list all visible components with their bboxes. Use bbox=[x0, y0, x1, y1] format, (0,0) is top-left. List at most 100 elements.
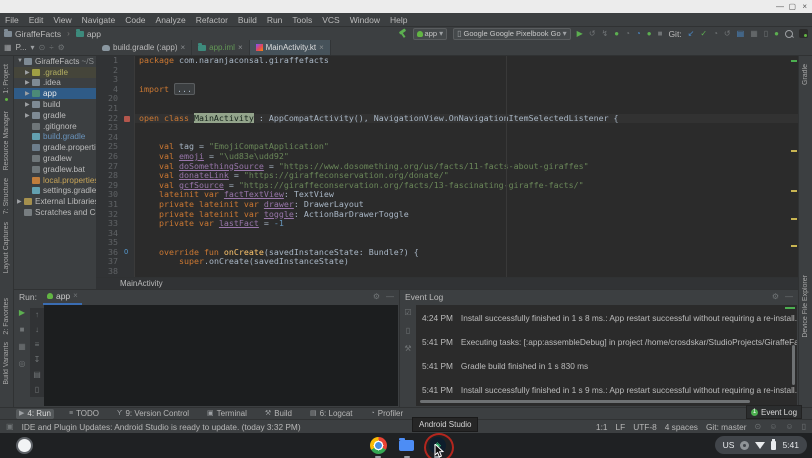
expand-arrow-icon[interactable]: ▶ bbox=[17, 198, 24, 205]
close-icon[interactable]: × bbox=[180, 43, 185, 52]
breadcrumb-class[interactable]: MainActivity bbox=[120, 279, 163, 288]
window-close-button[interactable]: × bbox=[802, 1, 807, 12]
event-log-entry[interactable]: 5:41 PM Install successfully finished in… bbox=[422, 385, 797, 395]
up-stack-trace-icon[interactable]: ↑ bbox=[35, 310, 39, 320]
tab-app-iml[interactable]: app.iml × bbox=[192, 40, 249, 55]
stripe-mark-warning[interactable] bbox=[791, 190, 797, 192]
project-view-dropdown[interactable]: P... bbox=[16, 43, 27, 52]
run-button[interactable]: ▶ bbox=[577, 29, 583, 39]
tree-row[interactable]: ▶ build bbox=[14, 99, 96, 110]
tab-build-gradle[interactable]: build.gradle (:app) × bbox=[96, 40, 192, 55]
event-log-entry[interactable]: 5:41 PM Executing tasks: [:app:assembleD… bbox=[422, 337, 797, 347]
toolwindow-profiler[interactable]: ◔ Profiler bbox=[368, 409, 407, 419]
caret-position[interactable]: 1:1 bbox=[596, 422, 608, 432]
files-app-icon[interactable] bbox=[399, 440, 414, 451]
menu-item[interactable]: VCS bbox=[322, 15, 339, 25]
tree-row[interactable]: gradlew.bat bbox=[14, 164, 96, 175]
stop-button[interactable]: ■ bbox=[658, 29, 663, 39]
apply-code-changes-icon[interactable]: ↯ bbox=[602, 29, 609, 39]
expand-arrow-icon[interactable]: ▶ bbox=[25, 69, 32, 76]
tree-row[interactable]: local.properties bbox=[14, 175, 96, 186]
clear-console-icon[interactable]: ▯ bbox=[35, 385, 39, 395]
system-tray[interactable]: US 5:41 bbox=[715, 436, 807, 454]
tree-row[interactable]: ▶ External Libraries bbox=[14, 196, 96, 207]
toolstrip-device-file-explorer[interactable]: Device File Explorer bbox=[802, 275, 809, 338]
toolstrip-project[interactable]: ● 1: Project bbox=[3, 64, 10, 103]
stripe-mark-warning[interactable] bbox=[791, 245, 797, 247]
code-line[interactable]: 2 bbox=[96, 66, 798, 76]
log-settings-icon[interactable]: ⚒ bbox=[404, 344, 411, 354]
event-log-entry[interactable]: 4:24 PM Install successfully finished in… bbox=[422, 313, 797, 323]
mark-all-read-icon[interactable]: ☑ bbox=[404, 308, 411, 318]
horizontal-scrollbar[interactable] bbox=[420, 400, 750, 403]
tree-row[interactable]: ▼ GiraffeFacts ~/S bbox=[14, 56, 96, 67]
toolstrip-favorites[interactable]: 2: Favorites bbox=[3, 298, 10, 335]
code-line[interactable]: 1package com.naranjaconsal.giraffefacts bbox=[96, 56, 798, 66]
tree-row[interactable]: ▶ app bbox=[14, 88, 96, 99]
soft-wrap-icon[interactable]: ≡ bbox=[35, 340, 40, 350]
expand-arrow-icon[interactable]: ▶ bbox=[25, 101, 32, 108]
apply-changes-icon[interactable]: ↺ bbox=[589, 29, 596, 39]
tree-row[interactable]: .gitignore bbox=[14, 121, 96, 132]
hector-icon[interactable]: ☺ bbox=[769, 422, 777, 432]
run-tab-app[interactable]: app × bbox=[43, 290, 82, 305]
down-stack-trace-icon[interactable]: ↓ bbox=[35, 325, 39, 335]
menu-item[interactable]: Window bbox=[350, 15, 380, 25]
breadcrumb-module[interactable]: app bbox=[87, 29, 101, 39]
toolwindow-logcat[interactable]: ▤ 6: Logcat bbox=[307, 409, 356, 419]
event-log-badge[interactable]: 1 Event Log bbox=[746, 405, 802, 419]
tree-row[interactable]: gradlew bbox=[14, 153, 96, 164]
stop-button[interactable]: ■ bbox=[20, 325, 25, 335]
hide-panel-icon[interactable]: — bbox=[785, 292, 793, 302]
layout-inspector-icon[interactable]: ▦ bbox=[750, 29, 758, 39]
notifications-icon[interactable]: ▯ bbox=[802, 422, 806, 432]
restore-layout-icon[interactable]: ▦ bbox=[18, 342, 26, 352]
close-icon[interactable]: × bbox=[73, 291, 78, 301]
tree-row[interactable]: ▶ gradle bbox=[14, 110, 96, 121]
project-settings-icon[interactable]: ⚙ bbox=[58, 43, 65, 53]
menu-item[interactable]: Refactor bbox=[196, 15, 228, 25]
code-line[interactable]: 38 bbox=[96, 267, 798, 277]
run-console[interactable] bbox=[44, 305, 398, 406]
menu-item[interactable]: Build bbox=[238, 15, 257, 25]
override-gutter-icon[interactable] bbox=[122, 248, 135, 258]
git-history-icon[interactable]: ◔ bbox=[713, 29, 718, 39]
expand-arrow-icon[interactable]: ▶ bbox=[25, 90, 32, 97]
menu-item[interactable]: Run bbox=[267, 15, 283, 25]
code-line[interactable]: 20 bbox=[96, 94, 798, 104]
collapse-all-icon[interactable]: ÷ bbox=[49, 43, 53, 53]
expand-arrow-icon[interactable]: ▼ bbox=[17, 58, 24, 64]
menu-item[interactable]: Code bbox=[125, 15, 145, 25]
avd-manager-icon[interactable]: ▯ bbox=[764, 29, 768, 39]
scroll-to-end-icon[interactable]: ↧ bbox=[34, 355, 41, 365]
file-encoding[interactable]: UTF-8 bbox=[633, 422, 657, 432]
menu-item[interactable]: Navigate bbox=[82, 15, 116, 25]
code-line[interactable]: 4import ... bbox=[96, 85, 798, 95]
window-minimize-button[interactable]: — bbox=[776, 1, 784, 12]
lock-icon[interactable]: ⊙ bbox=[755, 422, 762, 432]
expand-arrow-icon[interactable]: ▶ bbox=[25, 79, 32, 86]
profile-app-icon[interactable]: ● bbox=[647, 29, 652, 39]
event-log-body[interactable]: 4:24 PM Install successfully finished in… bbox=[416, 305, 797, 406]
run-configuration-select[interactable]: app ▾ bbox=[413, 28, 448, 40]
vertical-scrollbar[interactable] bbox=[792, 345, 795, 385]
pin-tab-icon[interactable]: ◎ bbox=[19, 359, 26, 369]
stripe-mark-warning[interactable] bbox=[791, 218, 797, 220]
locate-file-icon[interactable]: ⊙ bbox=[39, 43, 46, 53]
rerun-button[interactable]: ▶ bbox=[19, 308, 25, 318]
profile-icon[interactable]: ◔ bbox=[625, 29, 630, 39]
stripe-mark-warning[interactable] bbox=[791, 150, 797, 152]
toolwindow-build[interactable]: ⚒ Build bbox=[262, 409, 295, 419]
code-editor[interactable]: 1package com.naranjaconsal.giraffefacts2… bbox=[96, 56, 798, 277]
sdk-manager-icon[interactable]: ● bbox=[774, 29, 779, 39]
toolwindow-toggle-icon[interactable]: ▣ bbox=[6, 422, 14, 432]
toolstrip-gradle[interactable]: Gradle bbox=[802, 64, 809, 85]
toolstrip-layout-captures[interactable]: Layout Captures bbox=[3, 222, 10, 273]
close-icon[interactable]: × bbox=[238, 43, 243, 52]
toolstrip-structure[interactable]: 7: Structure bbox=[3, 178, 10, 214]
menu-item[interactable]: Analyze bbox=[156, 15, 186, 25]
breadcrumb-project[interactable]: GiraffeFacts bbox=[15, 29, 61, 39]
code-line[interactable]: 33 private var lastFact = -1 bbox=[96, 219, 798, 229]
print-icon[interactable]: ▤ bbox=[33, 370, 41, 380]
tree-row[interactable]: ▶ .idea bbox=[14, 78, 96, 89]
